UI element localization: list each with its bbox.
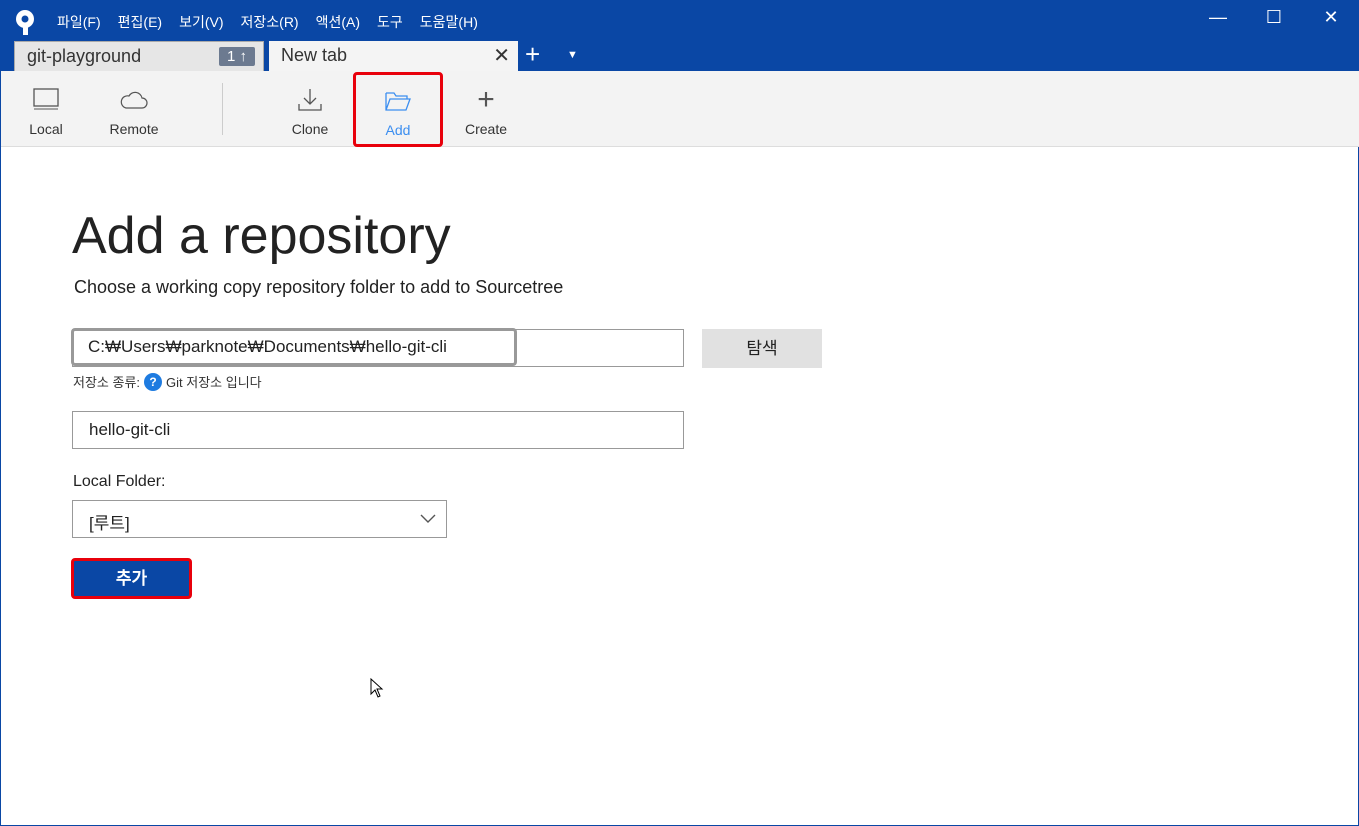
clone-button[interactable]: Clone xyxy=(270,71,350,147)
add-repository-button[interactable]: 추가 xyxy=(71,558,192,599)
title-bar: 파일(F) 편집(E) 보기(V) 저장소(R) 액션(A) 도구 도움말(H)… xyxy=(1,1,1359,71)
remote-label: Remote xyxy=(109,121,159,137)
repository-path-input[interactable]: C:₩Users₩parknote₩Documents₩hello-git-cl… xyxy=(71,328,517,366)
menu-bar: 파일(F) 편집(E) 보기(V) 저장소(R) 액션(A) 도구 도움말(H) xyxy=(57,12,478,32)
local-folder-select[interactable]: [루트] xyxy=(72,500,447,538)
remote-button[interactable]: Remote xyxy=(94,71,174,147)
tab-new-tab[interactable]: New tab ✕ xyxy=(269,41,518,71)
local-label: Local xyxy=(29,121,63,137)
tab-label: git-playground xyxy=(27,46,142,66)
repository-type: 저장소 종류: ? Git 저장소 입니다 xyxy=(73,372,262,391)
clone-label: Clone xyxy=(291,121,329,137)
help-icon: ? xyxy=(144,372,163,391)
mouse-cursor-icon xyxy=(370,678,384,698)
menu-tools[interactable]: 도구 xyxy=(377,12,403,32)
repo-type-value: Git 저장소 입니다 xyxy=(166,375,262,390)
local-folder-label: Local Folder: xyxy=(73,473,166,490)
maximize-button[interactable]: ☐ xyxy=(1259,7,1289,33)
browse-button[interactable]: 탐색 xyxy=(702,329,822,368)
tab-label: New tab xyxy=(281,45,348,65)
local-button[interactable]: Local xyxy=(6,71,86,147)
add-label: Add xyxy=(385,122,411,138)
menu-edit[interactable]: 편집(E) xyxy=(118,12,162,32)
plus-icon: + xyxy=(477,83,495,116)
menu-actions[interactable]: 액션(A) xyxy=(316,12,360,32)
menu-repository[interactable]: 저장소(R) xyxy=(241,12,299,32)
close-tab-icon[interactable]: ✕ xyxy=(493,43,510,68)
chevron-down-icon xyxy=(420,514,436,523)
repo-type-label: 저장소 종류: xyxy=(73,375,141,390)
tab-dropdown-icon[interactable]: ▼ xyxy=(567,49,578,61)
menu-view[interactable]: 보기(V) xyxy=(179,12,223,32)
create-label: Create xyxy=(464,121,508,137)
toolbar: Local Remote Clone Add + Create xyxy=(1,71,1359,147)
bookmark-name-input[interactable]: hello-git-cli xyxy=(72,411,684,449)
monitor-icon xyxy=(33,88,59,110)
menu-help[interactable]: 도움말(H) xyxy=(420,12,478,32)
toolbar-divider xyxy=(222,83,223,135)
add-button[interactable]: Add xyxy=(353,72,443,147)
tab-git-playground[interactable]: git-playground 1 ↑ xyxy=(14,41,264,71)
close-button[interactable]: ✕ xyxy=(1316,7,1346,33)
local-folder-value: [루트] xyxy=(89,514,130,533)
minimize-button[interactable]: — xyxy=(1203,7,1233,33)
ahead-badge: 1 ↑ xyxy=(218,47,255,66)
cloud-icon xyxy=(120,91,148,109)
page-title: Add a repository xyxy=(72,207,451,265)
new-tab-plus-icon[interactable]: + xyxy=(525,39,540,70)
create-button[interactable]: + Create xyxy=(446,71,526,147)
menu-file[interactable]: 파일(F) xyxy=(57,12,101,32)
page-subtitle: Choose a working copy repository folder … xyxy=(74,277,564,297)
sourcetree-logo-icon xyxy=(16,10,34,35)
folder-open-icon xyxy=(385,92,411,111)
download-icon xyxy=(298,89,322,111)
